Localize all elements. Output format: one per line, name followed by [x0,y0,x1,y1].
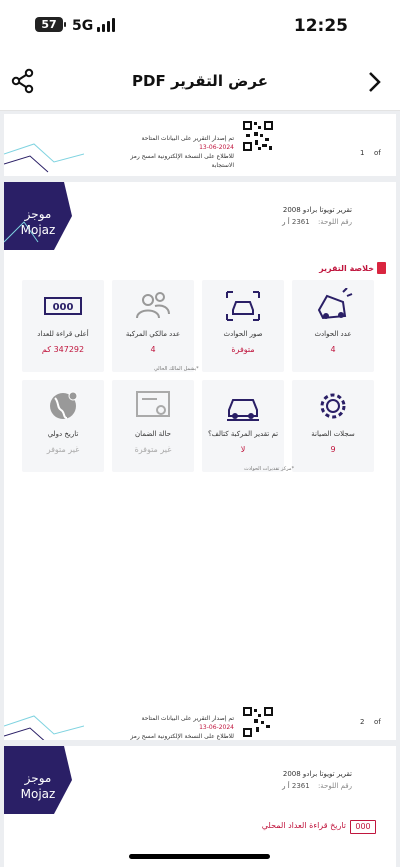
card-total-loss: تم تقدير المركبة كتالف؟ لا [202,380,284,472]
card-owner-count: عدد مالكي المركبة 4 [112,280,194,372]
odometer-icon: 000 [350,820,376,834]
pdf-page-footer-2: تم إصدار التقرير على البيانات المتاحة 20… [4,690,396,740]
plate-row: رقم اللوحة: 2361 أ ر [282,218,352,226]
pdf-page-footer-1: تم إصدار التقرير على البيانات المتاحة 20… [4,114,396,176]
plate-label: رقم اللوحة: [317,782,352,790]
plate-value: 2361 أ ر [282,218,310,226]
car-total-loss-icon [227,399,259,421]
card-label: تم تقدير المركبة كتالف؟ [207,430,279,438]
svg-text:Mojaz: Mojaz [21,787,56,801]
qr-code [242,706,274,738]
document-icon [377,262,386,274]
status-bar: 57 5G 12:25 [0,0,400,52]
battery-icon: 57 [35,17,66,32]
certificate-icon [136,391,170,417]
top-nav-bar: عرض التقرير PDF [0,52,400,111]
decorative-lines [4,143,84,173]
plate-row: رقم اللوحة: 2361 أ ر [282,782,352,790]
chevron-right-icon[interactable] [366,70,384,94]
owners-icon [136,292,170,319]
card-accident-photos: صور الحوادث متوفرة [202,280,284,372]
gear-icon [320,393,346,419]
card-value: غير متوفرة [134,445,172,454]
report-issue-info: تم إصدار التقرير على البيانات المتاحة 20… [130,715,234,740]
mojaz-logo: موجز Mojaz [4,746,72,814]
home-indicator[interactable] [129,854,270,859]
section-title: تاريخ قراءة العداد المحلي [261,821,346,830]
card-accident-count: عدد الحوادث 4 [292,280,374,372]
card-label: عدد الحوادث [314,330,352,338]
camera-car-icon [226,291,260,321]
section-title: خلاصة التقرير [319,264,374,273]
page-title: عرض التقرير PDF [132,72,268,90]
card-label: صور الحوادث [223,330,263,338]
vehicle-name: تقرير تويوتا برادو 2008 [282,206,352,214]
signal-icon [97,18,119,32]
report-issue-info: تم إصدار التقرير على البيانات المتاحة 20… [130,135,234,169]
card-value: 9 [330,445,336,454]
plate-value: 2361 أ ر [282,782,310,790]
estimate-note: *مركز تقديرات الحوادث [244,466,295,472]
card-label: سجلات الصيانة [311,430,355,438]
status-time: 12:25 [293,16,348,36]
mojaz-logo: موجز Mojaz [4,182,72,250]
card-label: تاريخ دولي [47,430,79,438]
page-of-label: of [374,718,381,726]
globe-icon [50,391,78,419]
plate-label: رقم اللوحة: [317,218,352,226]
page-number: 2 [360,718,365,726]
svg-text:موجز: موجز [24,207,52,222]
svg-text:Mojaz: Mojaz [21,223,56,237]
page-number: 1 [360,149,365,157]
svg-text:000: 000 [53,302,74,313]
card-international-history: تاريخ دولي غير متوفر [22,380,104,472]
card-value: متوفرة [231,345,255,354]
qr-code [242,120,274,152]
card-label: أعلى قراءة للعداد [37,330,89,338]
card-value: 4 [150,345,156,354]
card-value: لا [240,445,246,454]
odometer-icon: 000 [44,297,82,315]
card-label: حالة الضمان [134,430,172,438]
pdf-page-report-summary: موجز Mojaz تقرير تويوتا برادو 2008 رقم ا… [4,182,396,708]
pdf-page-odometer-history: موجز Mojaz تقرير تويوتا برادو 2008 رقم ا… [4,746,396,867]
network-label: 5G [72,18,94,34]
owners-note: *يشمل المالك الحالي [154,366,199,372]
vehicle-name: تقرير تويوتا برادو 2008 [282,770,352,778]
card-warranty: حالة الضمان غير متوفرة [112,380,194,472]
card-value: 4 [330,345,336,354]
page-of-label: of [374,149,381,157]
card-value: 347292 كم [41,345,85,354]
card-value: غير متوفر [46,445,80,454]
card-odometer: 000 أعلى قراءة للعداد 347292 كم [22,280,104,372]
car-crash-icon [317,288,353,320]
card-maintenance: سجلات الصيانة 9 [292,380,374,472]
card-label: عدد مالكي المركبة [125,330,181,338]
decorative-lines [4,715,84,740]
svg-text:موجز: موجز [24,771,52,786]
